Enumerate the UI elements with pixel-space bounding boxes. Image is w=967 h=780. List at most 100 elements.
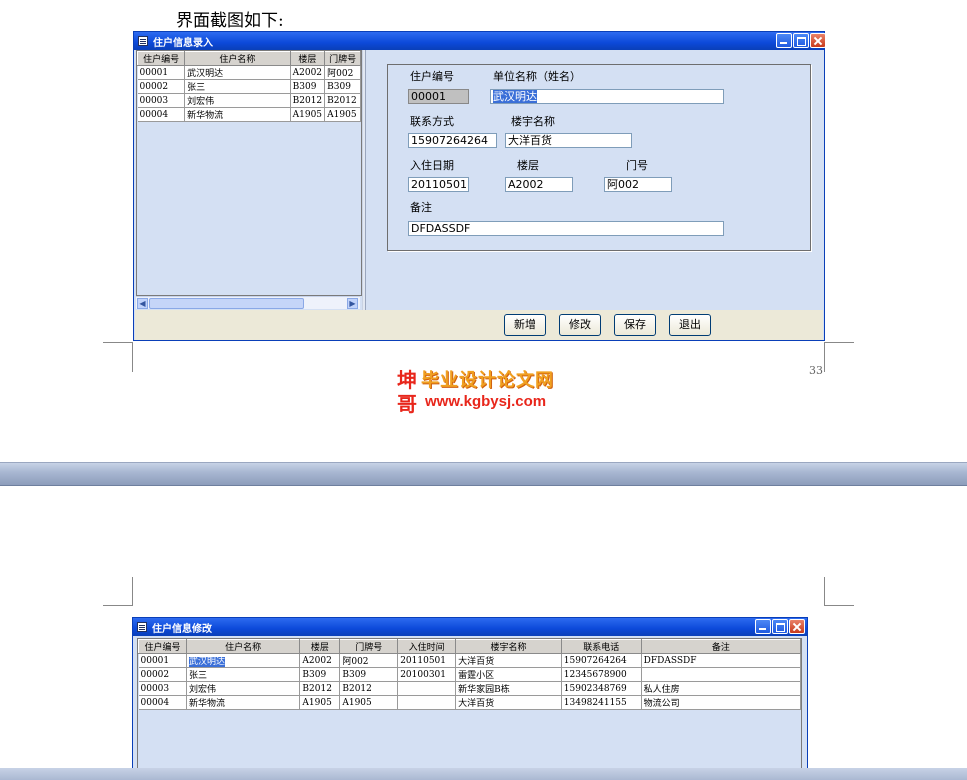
table-row[interactable]: 00002 张三 B309 B309 20100301 雷霆小区 1234567…: [138, 667, 801, 682]
grid-cell[interactable]: 00001: [137, 65, 186, 80]
column-header[interactable]: 楼层: [289, 51, 326, 66]
window-title: 住户信息修改: [152, 623, 212, 635]
add-button[interactable]: 新增: [504, 314, 546, 336]
scroll-left-icon[interactable]: ◀: [137, 298, 148, 309]
column-header[interactable]: 备注: [640, 639, 801, 654]
column-header[interactable]: 住户编号: [137, 51, 186, 66]
grid-cell[interactable]: B2012: [299, 681, 341, 696]
table-row[interactable]: 00001 武汉明达 A2002 阿002 20110501 大洋百货 1590…: [138, 653, 801, 668]
checkin-date-field[interactable]: 20110501: [408, 177, 469, 192]
close-icon[interactable]: [810, 33, 826, 48]
maximize-icon[interactable]: [793, 33, 809, 48]
resident-no-field[interactable]: 00001: [408, 89, 469, 104]
grid-cell[interactable]: B2012: [290, 93, 326, 108]
grid-cell[interactable]: 物流公司: [641, 695, 801, 710]
save-button[interactable]: 保存: [614, 314, 656, 336]
grid-cell[interactable]: 大洋百货: [455, 653, 562, 668]
grid-cell[interactable]: A2002: [290, 65, 326, 80]
contact-field[interactable]: 15907264264: [408, 133, 497, 148]
grid-cell[interactable]: A2002: [299, 653, 341, 668]
scroll-thumb[interactable]: [149, 298, 304, 309]
column-header[interactable]: 住户编号: [138, 639, 187, 654]
column-header[interactable]: 门牌号: [339, 639, 399, 654]
grid-cell[interactable]: 雷霆小区: [455, 667, 562, 682]
maximize-icon[interactable]: [772, 619, 788, 634]
scroll-right-icon[interactable]: ▶: [347, 298, 358, 309]
column-header[interactable]: 住户名称: [184, 51, 291, 66]
grid-cell[interactable]: 13498241155: [561, 695, 642, 710]
grid-cell[interactable]: 新华家园B栋: [455, 681, 562, 696]
unit-name-field[interactable]: 武汉明达: [490, 89, 724, 104]
column-header[interactable]: 楼宇名称: [455, 639, 562, 654]
grid-cell[interactable]: A1905: [290, 107, 326, 122]
resident-edit-grid[interactable]: 住户编号 住户名称 楼层 门牌号 入住时间 楼宇名称 联系电话 备注 00001…: [137, 638, 802, 780]
minimize-icon[interactable]: [755, 619, 771, 634]
grid-cell[interactable]: A1905: [324, 107, 361, 122]
grid-cell[interactable]: [641, 667, 801, 682]
resident-list-grid[interactable]: 住户编号 住户名称 楼层 门牌号 00001 武汉明达 A2002 阿002 0…: [136, 50, 362, 296]
grid-cell[interactable]: 私人住房: [641, 681, 801, 696]
grid-cell[interactable]: 阿002: [339, 653, 399, 668]
watermark-url: www.kgbysj.com: [425, 393, 547, 410]
grid-cell[interactable]: B2012: [324, 93, 361, 108]
grid-cell[interactable]: 00003: [137, 93, 186, 108]
grid-cell[interactable]: 00001: [138, 653, 187, 668]
grid-cell[interactable]: 武汉明达: [186, 653, 301, 668]
door-no-field[interactable]: 阿002: [604, 177, 672, 192]
grid-cell[interactable]: 20100301: [397, 667, 457, 682]
column-header[interactable]: 门牌号: [324, 51, 361, 66]
building-name-field[interactable]: 大洋百货: [505, 133, 632, 148]
table-row[interactable]: 00004 新华物流 A1905 A1905 大洋百货 13498241155 …: [138, 695, 801, 710]
grid-cell[interactable]: [397, 681, 457, 696]
grid-cell[interactable]: 15907264264: [561, 653, 642, 668]
table-row[interactable]: 00003 刘宏伟 B2012 B2012: [137, 93, 361, 108]
floor-field[interactable]: A2002: [505, 177, 573, 192]
grid-cell[interactable]: 00003: [138, 681, 187, 696]
minimize-icon[interactable]: [776, 33, 792, 48]
grid-cell[interactable]: B309: [324, 79, 361, 94]
grid-cell[interactable]: 00002: [138, 667, 187, 682]
window-titlebar[interactable]: 住户信息录入: [134, 32, 826, 50]
window-titlebar[interactable]: 住户信息修改: [133, 618, 807, 636]
grid-cell[interactable]: B309: [299, 667, 341, 682]
grid-cell[interactable]: 00004: [137, 107, 186, 122]
table-row[interactable]: 00002 张三 B309 B309: [137, 79, 361, 94]
remark-field[interactable]: DFDASSDF: [408, 221, 724, 236]
column-header[interactable]: 入住时间: [397, 639, 457, 654]
grid-cell[interactable]: B2012: [339, 681, 399, 696]
crop-mark: [132, 342, 133, 372]
grid-cell[interactable]: 刘宏伟: [184, 93, 291, 108]
grid-cell[interactable]: 00004: [138, 695, 187, 710]
grid-cell[interactable]: 阿002: [324, 65, 361, 80]
column-header[interactable]: 联系电话: [560, 639, 642, 654]
grid-cell[interactable]: 12345678900: [561, 667, 642, 682]
panel-splitter[interactable]: [362, 50, 366, 310]
grid-cell[interactable]: 刘宏伟: [186, 681, 301, 696]
horizontal-scrollbar[interactable]: ◀ ▶: [136, 296, 360, 309]
table-row[interactable]: 00003 刘宏伟 B2012 B2012 新华家园B栋 15902348769…: [138, 681, 801, 696]
grid-cell[interactable]: 00002: [137, 79, 186, 94]
grid-cell[interactable]: DFDASSDF: [641, 653, 801, 668]
grid-cell[interactable]: B309: [339, 667, 399, 682]
resident-no-label: 住户编号: [410, 70, 454, 83]
grid-cell[interactable]: A1905: [299, 695, 341, 710]
exit-button[interactable]: 退出: [669, 314, 711, 336]
grid-cell[interactable]: 新华物流: [184, 107, 291, 122]
grid-cell[interactable]: 20110501: [397, 653, 457, 668]
grid-cell[interactable]: B309: [290, 79, 326, 94]
grid-cell[interactable]: 15902348769: [561, 681, 642, 696]
grid-cell[interactable]: 大洋百货: [455, 695, 562, 710]
close-icon[interactable]: [789, 619, 805, 634]
table-row[interactable]: 00001 武汉明达 A2002 阿002: [137, 65, 361, 80]
grid-cell[interactable]: 张三: [186, 667, 301, 682]
column-header[interactable]: 住户名称: [185, 639, 301, 654]
grid-cell[interactable]: 张三: [184, 79, 291, 94]
grid-cell[interactable]: 新华物流: [186, 695, 301, 710]
grid-cell[interactable]: A1905: [339, 695, 399, 710]
grid-cell[interactable]: [397, 695, 457, 710]
grid-cell[interactable]: 武汉明达: [184, 65, 291, 80]
edit-button[interactable]: 修改: [559, 314, 601, 336]
column-header[interactable]: 楼层: [299, 639, 341, 654]
table-row[interactable]: 00004 新华物流 A1905 A1905: [137, 107, 361, 122]
caption-text: 界面截图如下:: [176, 11, 284, 31]
